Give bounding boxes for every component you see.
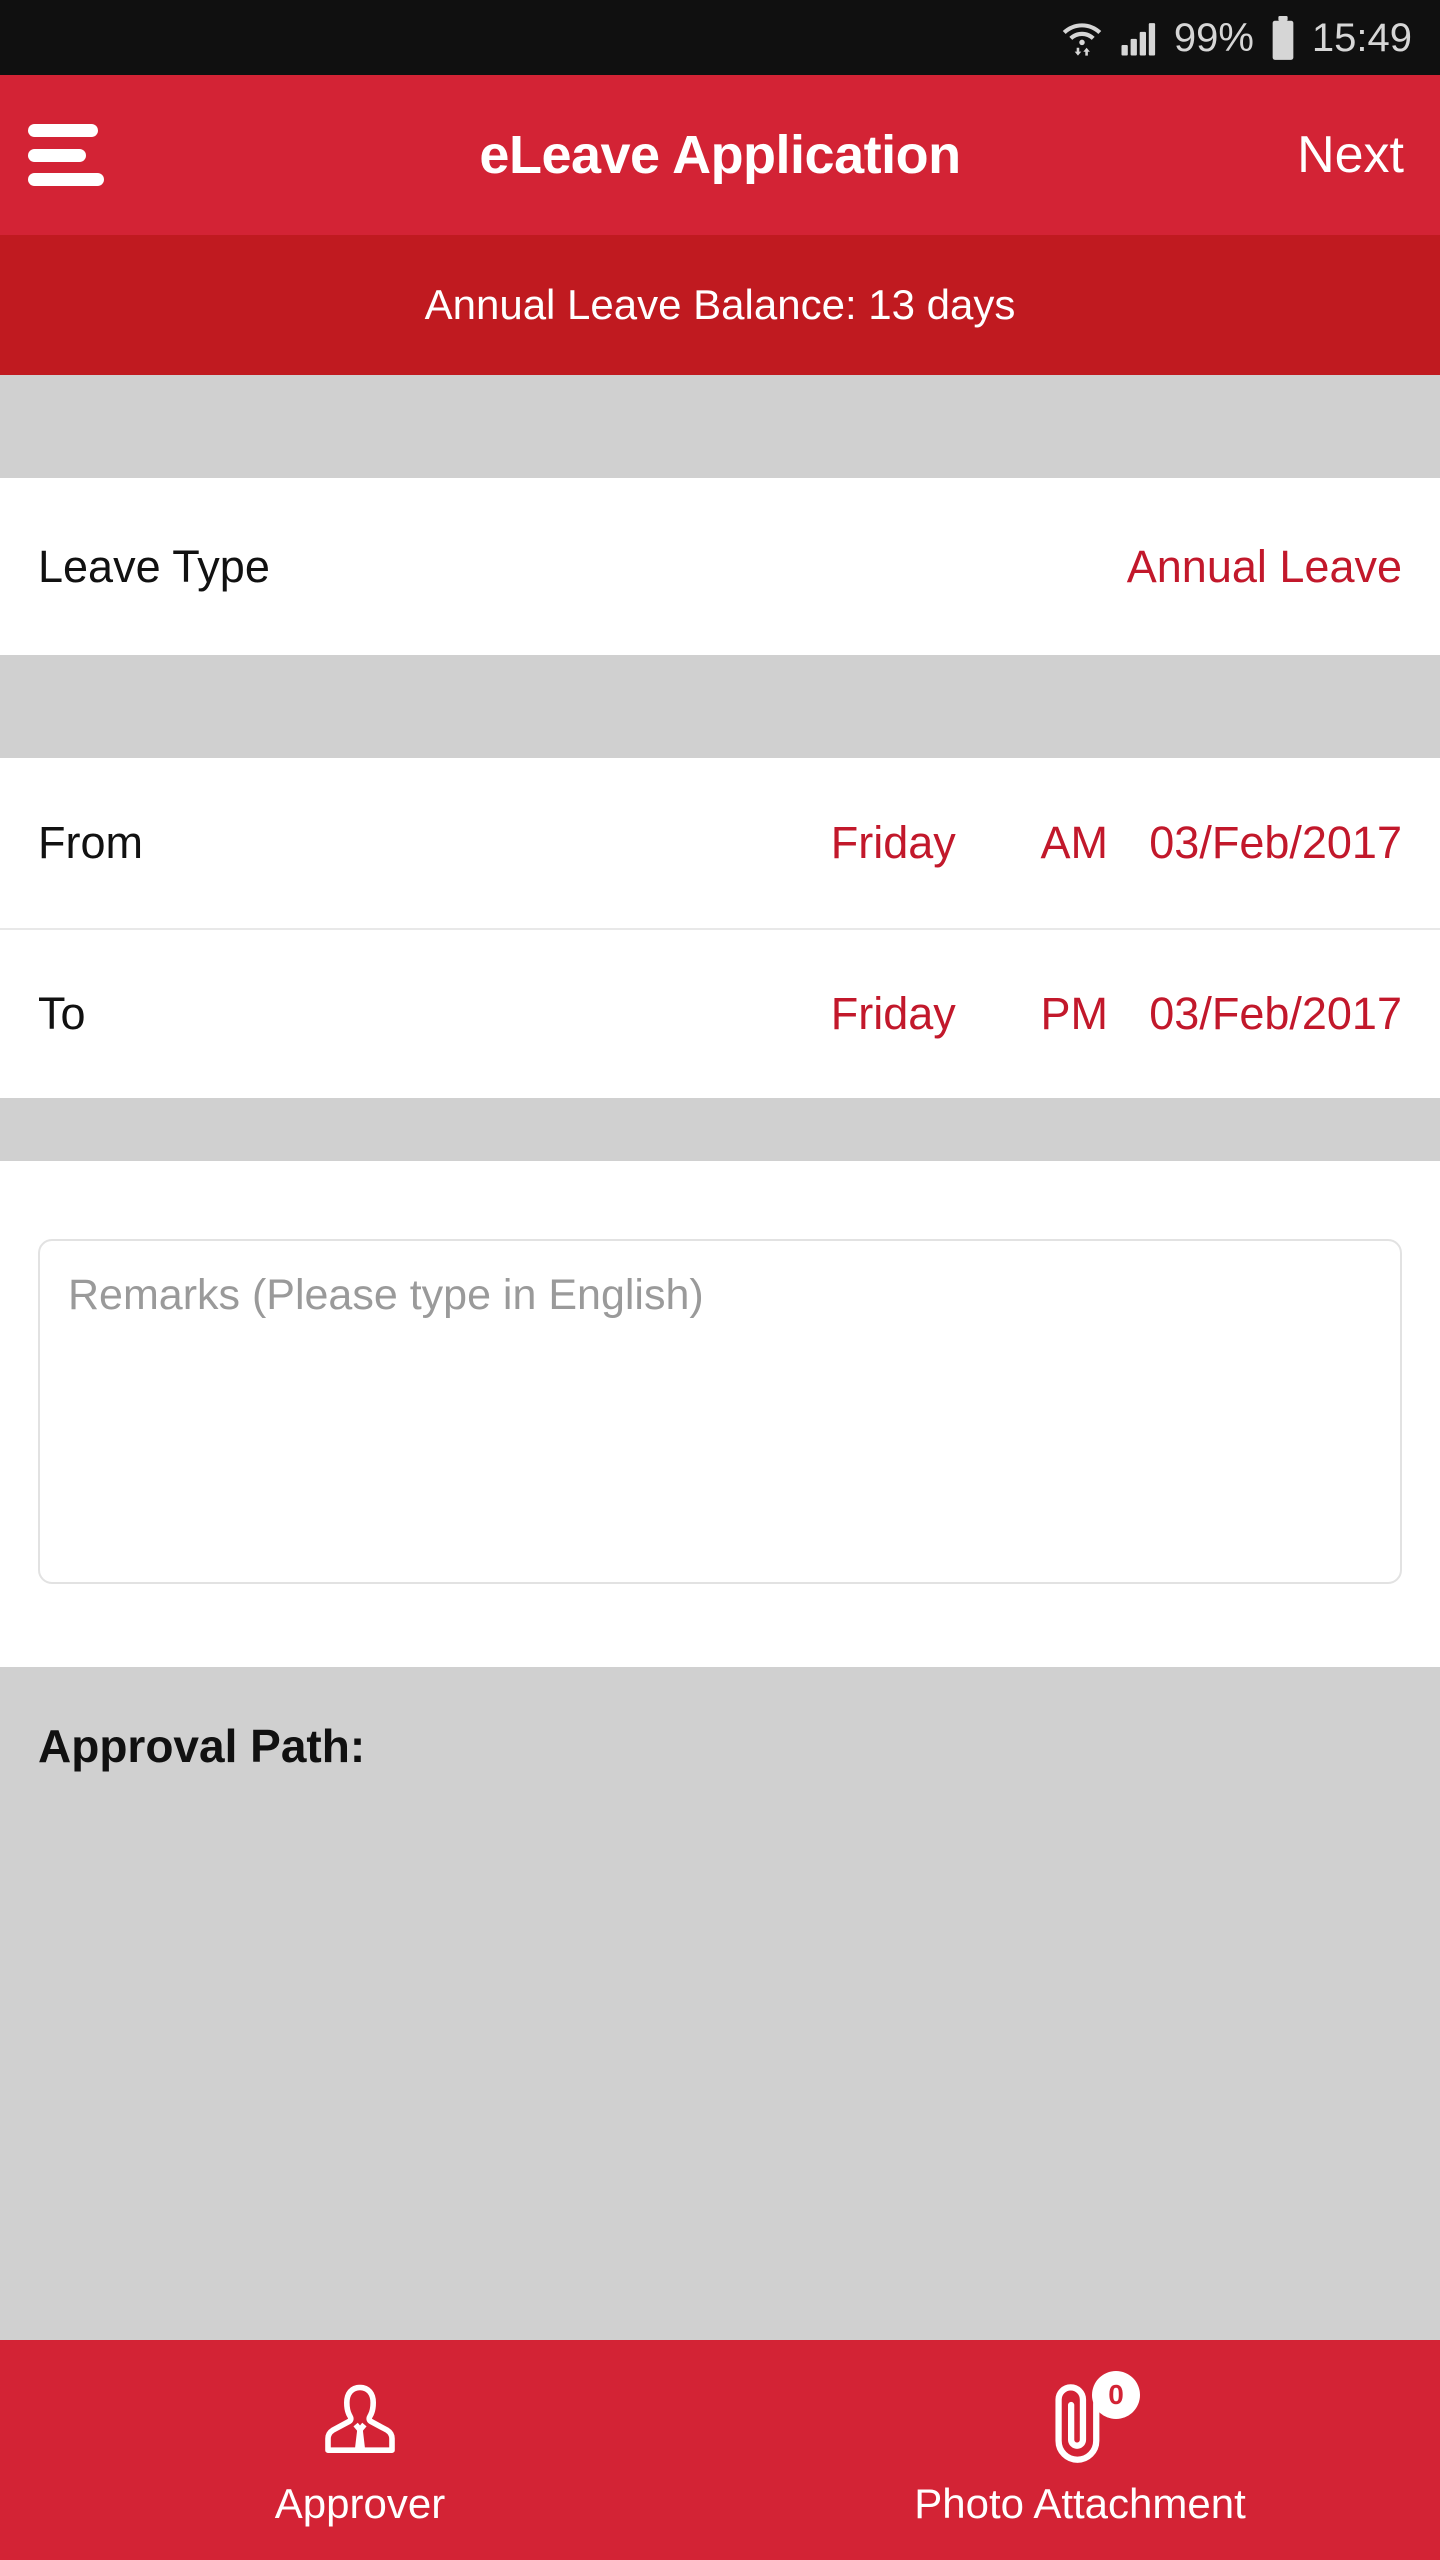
- hamburger-bar-1: [28, 124, 98, 137]
- section-spacer-2: [0, 655, 1440, 758]
- leave-type-row[interactable]: Leave Type Annual Leave: [0, 478, 1440, 655]
- leave-balance-label: Annual Leave Balance: 13 days: [424, 281, 1016, 328]
- battery-percent-label: 99%: [1173, 15, 1254, 60]
- section-spacer-1: [0, 375, 1440, 478]
- from-period-value[interactable]: AM: [999, 817, 1149, 869]
- next-button[interactable]: Next: [1297, 125, 1404, 185]
- app-screen: 99% 15:49 eLeave Application Next Annual…: [0, 0, 1440, 2560]
- to-date-row[interactable]: To Friday PM 03/Feb/2017: [0, 928, 1440, 1098]
- to-date-value[interactable]: 03/Feb/2017: [1149, 988, 1402, 1040]
- status-bar: 99% 15:49: [0, 0, 1440, 75]
- from-date-row[interactable]: From Friday AM 03/Feb/2017: [0, 758, 1440, 928]
- photo-attachment-button[interactable]: 0 Photo Attachment: [720, 2340, 1440, 2560]
- person-icon: [312, 2375, 408, 2473]
- approver-label: Approver: [274, 2480, 446, 2527]
- paperclip-icon: 0: [1034, 2371, 1140, 2473]
- bottom-toolbar: Approver 0 Photo Attachment: [0, 2340, 1440, 2560]
- clock-label: 15:49: [1311, 15, 1412, 60]
- hamburger-bar-2: [28, 148, 86, 162]
- cellular-signal-icon: [1118, 17, 1160, 59]
- leave-balance-banner: Annual Leave Balance: 13 days: [0, 235, 1440, 375]
- to-values: Friday PM 03/Feb/2017: [787, 930, 1402, 1098]
- hamburger-menu-icon[interactable]: [28, 124, 104, 186]
- approval-path-title: Approval Path:: [38, 1720, 366, 1772]
- remarks-section: [0, 1161, 1440, 1667]
- page-title: eLeave Application: [479, 125, 961, 185]
- hamburger-bar-3: [28, 173, 104, 186]
- to-label: To: [38, 988, 86, 1039]
- to-period-value[interactable]: PM: [999, 988, 1149, 1040]
- approver-button[interactable]: Approver: [0, 2340, 720, 2560]
- leave-type-label: Leave Type: [38, 540, 270, 592]
- section-spacer-3: [0, 1098, 1440, 1161]
- battery-icon: [1268, 15, 1298, 61]
- from-values: Friday AM 03/Feb/2017: [787, 758, 1402, 928]
- to-day-value[interactable]: Friday: [787, 988, 999, 1040]
- remarks-input[interactable]: [38, 1239, 1402, 1584]
- photo-attachment-label: Photo Attachment: [914, 2480, 1246, 2527]
- wifi-icon: [1060, 16, 1104, 60]
- app-header: eLeave Application Next: [0, 75, 1440, 235]
- from-date-value[interactable]: 03/Feb/2017: [1149, 817, 1402, 869]
- from-day-value[interactable]: Friday: [787, 817, 999, 869]
- leave-type-value[interactable]: Annual Leave: [1127, 541, 1402, 593]
- attachment-count-badge: 0: [1092, 2371, 1140, 2419]
- from-label: From: [38, 817, 143, 868]
- approval-path-section: Approval Path:: [0, 1667, 1440, 2377]
